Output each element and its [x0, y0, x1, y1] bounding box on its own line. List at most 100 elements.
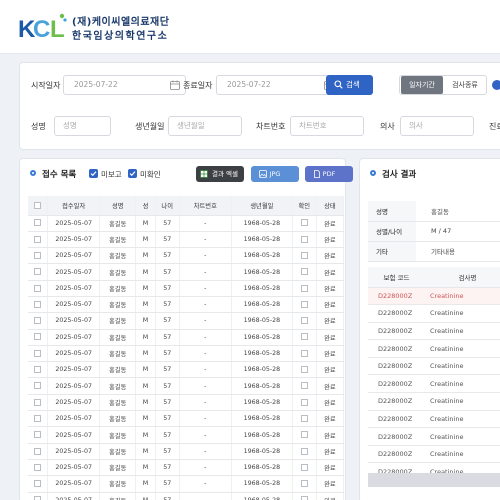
confirm-checkbox[interactable] — [300, 431, 308, 439]
pdf-export-button[interactable]: PDF — [305, 166, 353, 182]
row-select-cell[interactable] — [28, 280, 49, 297]
col-header[interactable]: 접수일자 — [47, 196, 101, 216]
confirm-cell[interactable] — [292, 296, 317, 314]
row-checkbox[interactable] — [34, 268, 42, 276]
row-select-cell[interactable] — [28, 377, 49, 395]
row-checkbox[interactable] — [34, 398, 42, 406]
confirm-checkbox[interactable] — [300, 284, 308, 292]
row-checkbox[interactable] — [34, 317, 42, 325]
result-row[interactable]: D228000Z Creatinine — [368, 392, 500, 411]
col-header[interactable]: 성 — [135, 196, 156, 216]
confirm-cell[interactable] — [292, 426, 317, 444]
start-date-field[interactable]: 2025-07-22 — [63, 75, 186, 95]
confirm-cell[interactable] — [292, 231, 317, 249]
col-header[interactable]: 생년월일 — [231, 196, 293, 216]
confirm-cell[interactable] — [292, 394, 317, 412]
row-select-cell[interactable] — [28, 492, 49, 500]
row-select-cell[interactable] — [28, 263, 49, 281]
select-all-cell[interactable] — [28, 196, 49, 216]
col-header[interactable]: 성명 — [99, 196, 137, 216]
row-select-cell[interactable] — [28, 459, 49, 477]
toggle-indicator[interactable] — [492, 80, 500, 90]
result-row[interactable]: D228000Z Creatinine — [368, 357, 500, 376]
col-header-code[interactable]: 보험 코드 — [368, 267, 425, 288]
row-checkbox[interactable] — [34, 447, 42, 455]
row-checkbox[interactable] — [34, 366, 42, 374]
table-row[interactable]: 2025-05-07홍길동M57-1968-05-28 완료 — [28, 296, 345, 314]
row-select-cell[interactable] — [28, 394, 49, 412]
table-row[interactable]: 2025-05-07홍길동M57-1968-05-28 완료 — [28, 377, 345, 395]
row-checkbox[interactable] — [34, 414, 42, 422]
table-row[interactable]: 2025-05-07홍길동M57-1968-05-28 완료 — [28, 231, 345, 249]
confirm-checkbox[interactable] — [300, 251, 308, 259]
row-checkbox[interactable] — [34, 284, 42, 292]
chart-input[interactable]: 차트번호 — [290, 116, 364, 136]
jpg-export-button[interactable]: JPG — [251, 166, 299, 182]
confirm-cell[interactable] — [292, 475, 317, 493]
row-select-cell[interactable] — [28, 475, 49, 493]
col-header[interactable]: 차트번호 — [179, 196, 232, 216]
confirm-checkbox[interactable] — [300, 333, 308, 341]
confirm-checkbox[interactable] — [300, 447, 308, 455]
row-select-cell[interactable] — [28, 426, 49, 444]
confirm-checkbox[interactable] — [300, 300, 308, 308]
table-row[interactable]: 2025-05-07홍길동M57-1968-05-28 완료 — [28, 247, 345, 265]
confirm-cell[interactable] — [292, 263, 317, 281]
result-row[interactable]: D228000Z Creatinine — [368, 410, 500, 429]
doctor-input[interactable]: 의사 — [400, 116, 474, 136]
confirm-cell[interactable] — [292, 361, 317, 379]
row-checkbox[interactable] — [34, 463, 42, 471]
row-checkbox[interactable] — [34, 431, 42, 439]
table-row[interactable]: 2025-05-07홍길동M57-1968-05-28 완료 — [28, 459, 345, 477]
col-header-name[interactable]: 검사명 — [425, 267, 500, 288]
confirm-cell[interactable] — [292, 312, 317, 330]
row-select-cell[interactable] — [28, 410, 49, 428]
table-row[interactable]: 2025-05-07홍길동M57-1968-05-28 완료 — [28, 426, 345, 444]
confirm-cell[interactable] — [292, 215, 317, 232]
result-scrollbar[interactable] — [368, 473, 500, 487]
result-row[interactable]: D228000Z Creatinine — [368, 374, 500, 394]
birth-input[interactable]: 생년월일 — [168, 116, 242, 136]
confirm-checkbox[interactable] — [300, 268, 308, 276]
confirm-cell[interactable] — [292, 410, 317, 428]
table-row[interactable]: 2025-05-07홍길동M57-1968-05-28 완료 — [28, 345, 345, 363]
confirm-checkbox[interactable] — [300, 317, 308, 325]
confirm-checkbox[interactable] — [300, 480, 308, 488]
table-row[interactable]: 2025-05-07홍길동M57-1968-05-28 완료 — [28, 329, 345, 346]
result-row[interactable]: D228000Z Creatinine — [368, 445, 500, 464]
table-row[interactable]: 2025-05-07홍길동M57-1968-05-28 완료 — [28, 312, 345, 330]
tab-date-range[interactable]: 일자기간 — [401, 76, 443, 94]
search-button[interactable]: 검색 — [326, 75, 373, 95]
col-header[interactable]: 나이 — [155, 196, 180, 216]
row-select-cell[interactable] — [28, 312, 49, 330]
confirm-cell[interactable] — [292, 459, 317, 477]
table-row[interactable]: 2025-05-07홍길동M57-1968-05-28 완료 — [28, 443, 345, 460]
confirm-cell[interactable] — [292, 443, 317, 460]
row-select-cell[interactable] — [28, 215, 49, 232]
excel-export-button[interactable]: 결과 엑셀 — [196, 166, 244, 182]
row-select-cell[interactable] — [28, 247, 49, 265]
confirm-cell[interactable] — [292, 345, 317, 363]
confirm-checkbox[interactable] — [300, 219, 308, 227]
name-input[interactable]: 성명 — [54, 116, 111, 136]
confirm-cell[interactable] — [292, 329, 317, 346]
row-checkbox[interactable] — [34, 300, 42, 308]
table-row[interactable]: 2025-05-07홍길동M57-1968-05-28 완료 — [28, 475, 345, 493]
row-checkbox[interactable] — [34, 251, 42, 259]
row-checkbox[interactable] — [34, 496, 42, 500]
confirm-checkbox[interactable] — [300, 235, 308, 243]
table-row[interactable]: 2025-05-07홍길동M57-1968-05-28 완료 — [28, 492, 345, 500]
calendar-icon[interactable] — [170, 80, 180, 90]
select-all-checkbox[interactable] — [34, 201, 42, 209]
row-checkbox[interactable] — [34, 219, 42, 227]
confirm-cell[interactable] — [292, 492, 317, 500]
row-select-cell[interactable] — [28, 361, 49, 379]
table-row[interactable]: 2025-05-07홍길동M57-1968-05-28 완료 — [28, 263, 345, 281]
confirm-checkbox[interactable] — [300, 463, 308, 471]
confirm-checkbox[interactable] — [300, 496, 308, 500]
row-checkbox[interactable] — [34, 349, 42, 357]
confirm-checkbox[interactable] — [300, 398, 308, 406]
result-row[interactable]: D228000Z Creatinine — [368, 322, 500, 341]
result-row[interactable]: D228000Z Creatinine — [368, 304, 500, 323]
table-row[interactable]: 2025-05-07홍길동M57-1968-05-28 완료 — [28, 280, 345, 297]
